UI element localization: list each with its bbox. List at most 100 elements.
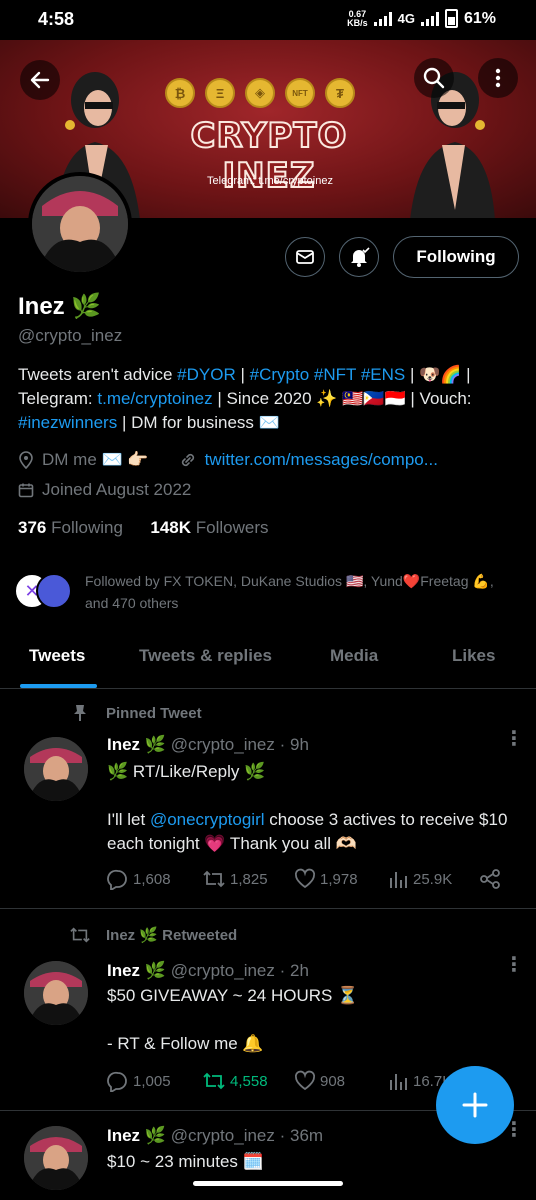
following-button[interactable]: Following [393, 236, 519, 278]
binance-icon: ◈ [245, 78, 275, 108]
envelope-icon [296, 250, 314, 264]
tweet-author-handle: @crypto_inez [170, 735, 275, 754]
analytics-icon [390, 872, 407, 888]
search-icon [423, 67, 445, 89]
profile-location-row: DM me ✉️ 👉🏻 twitter.com/messages/compo..… [18, 450, 438, 470]
tweet-header: Inez 🌿 @crypto_inez · 2h [107, 961, 309, 981]
tweet-time: · 9h [279, 735, 309, 754]
hashtag-link[interactable]: #DYOR [177, 365, 236, 384]
avatar-image [24, 737, 88, 801]
telegram-link[interactable]: t.me/cryptoinez [97, 389, 212, 408]
tweet-author-name[interactable]: Inez 🌿 [107, 1126, 166, 1145]
more-options-button[interactable] [478, 58, 518, 98]
link-icon [181, 453, 194, 467]
followers-count-link[interactable]: 148K Followers [150, 518, 268, 537]
tab-likes[interactable]: Likes [452, 646, 495, 666]
tweet-body: $10 ~ 23 minutes 🗓️ [107, 1152, 264, 1171]
bell-check-icon [351, 247, 370, 267]
plus-icon [462, 1092, 488, 1118]
profile-stats: 376 Following 148K Followers [18, 518, 269, 538]
status-bar: 4:58 0.67 KB/s 4G 61% [0, 0, 536, 40]
tweet-more-button[interactable]: ⋮ [504, 955, 524, 975]
followers-you-know-avatars[interactable]: ✕ [14, 573, 80, 609]
reply-icon [107, 1071, 127, 1092]
hashtag-link[interactable]: #NFT [314, 365, 356, 384]
pinned-label: Pinned Tweet [106, 704, 202, 722]
tweet-body: 🌿 RT/Like/Reply 🌿 I'll let @onecryptogir… [107, 762, 508, 853]
avatar-image [24, 961, 88, 1025]
tab-tweets[interactable]: Tweets [29, 646, 85, 666]
like-button[interactable]: 908 [294, 1070, 345, 1092]
arrow-left-icon [30, 71, 50, 89]
bitcoin-icon: ₿ [165, 78, 195, 108]
retweet-icon [70, 927, 90, 943]
network-speed: 0.67 KB/s [347, 8, 368, 28]
profile-bio: Tweets aren't advice #DYOR | #Crypto #NF… [18, 365, 472, 432]
battery-percent: 61% [463, 9, 496, 27]
heart-icon [294, 868, 316, 889]
retweet-icon [203, 870, 225, 888]
share-icon [480, 869, 500, 889]
profile-tabs: Tweets Tweets & replies Media Likes [0, 630, 536, 689]
avatar-image [24, 1126, 88, 1190]
profile-avatar[interactable] [28, 172, 132, 276]
banner-telegram-text: Telegram: t.me/cryptoinez [207, 175, 333, 187]
tweet-time: · 36m [279, 1126, 324, 1145]
tweet-divider [0, 908, 536, 909]
network-type: 4G [397, 11, 415, 26]
profile-handle: @crypto_inez [18, 326, 123, 345]
tab-media[interactable]: Media [330, 646, 378, 666]
followed-by-text[interactable]: Followed by FX TOKEN, DuKane Studios 🇺🇸,… [85, 570, 515, 614]
profile-location: DM me ✉️ 👉🏻 [42, 450, 149, 469]
status-indicators: 0.67 KB/s 4G 61% [347, 9, 496, 28]
reply-button[interactable]: 1,005 [107, 1070, 171, 1092]
back-button[interactable] [20, 60, 60, 100]
retweeted-label[interactable]: Inez 🌿 Retweeted [106, 926, 237, 944]
share-button[interactable] [479, 868, 501, 890]
tweet-avatar[interactable] [24, 961, 88, 1025]
notifications-button[interactable] [339, 237, 379, 277]
follower-avatar [36, 573, 72, 609]
retweeted-label-row: Inez 🌿 Retweeted [68, 925, 237, 945]
profile-name: Inez 🌿 [18, 293, 102, 320]
pinned-label-row: Pinned Tweet [72, 704, 202, 722]
location-pin-icon [19, 451, 33, 469]
status-time: 4:58 [38, 9, 75, 29]
tweet-avatar[interactable] [24, 737, 88, 801]
mention-link[interactable]: @onecryptogirl [150, 810, 265, 829]
coin-row: ₿ Ξ ◈ NFT ₮ [165, 78, 355, 108]
following-count-link[interactable]: 376 Following [18, 518, 123, 537]
tweet-author-name[interactable]: Inez 🌿 [107, 961, 166, 980]
compose-tweet-button[interactable] [436, 1066, 514, 1144]
signal-icon [373, 11, 392, 26]
tweet-author-name[interactable]: Inez 🌿 [107, 735, 166, 754]
profile-website-link[interactable]: twitter.com/messages/compo... [205, 450, 438, 470]
tweet-body: $50 GIVEAWAY ~ 24 HOURS ⏳ - RT & Follow … [107, 986, 359, 1053]
ethereum-icon: Ξ [205, 78, 235, 108]
retweet-button[interactable]: 4,558 [202, 1070, 268, 1092]
tweet-more-button[interactable]: ⋮ [504, 729, 524, 749]
heart-icon [294, 1070, 316, 1091]
analytics-icon [390, 1074, 407, 1090]
signal-icon-2 [420, 11, 439, 26]
tab-tweets-replies[interactable]: Tweets & replies [139, 646, 272, 666]
hashtag-link[interactable]: #inezwinners [18, 413, 117, 432]
like-button[interactable]: 1,978 [294, 868, 358, 890]
reply-button[interactable]: 1,608 [107, 868, 171, 890]
tweet-author-handle: @crypto_inez [170, 961, 275, 980]
tweet-avatar[interactable] [24, 1126, 88, 1190]
tweet-header: Inez 🌿 @crypto_inez · 9h [107, 735, 309, 755]
hashtag-link[interactable]: #Crypto [250, 365, 310, 384]
tweet-header: Inez 🌿 @crypto_inez · 36m [107, 1126, 323, 1146]
hashtag-link[interactable]: #ENS [361, 365, 405, 384]
tweet-time: · 2h [279, 961, 309, 980]
retweet-button[interactable]: 1,825 [202, 868, 268, 890]
calendar-icon [18, 483, 34, 498]
active-tab-indicator [20, 684, 97, 688]
message-button[interactable] [285, 237, 325, 277]
search-button[interactable] [414, 58, 454, 98]
views-button[interactable]: 25.9K [387, 868, 452, 890]
profile-joined-row: Joined August 2022 [18, 480, 191, 500]
nft-icon: NFT [285, 78, 315, 108]
home-indicator[interactable] [193, 1181, 343, 1186]
